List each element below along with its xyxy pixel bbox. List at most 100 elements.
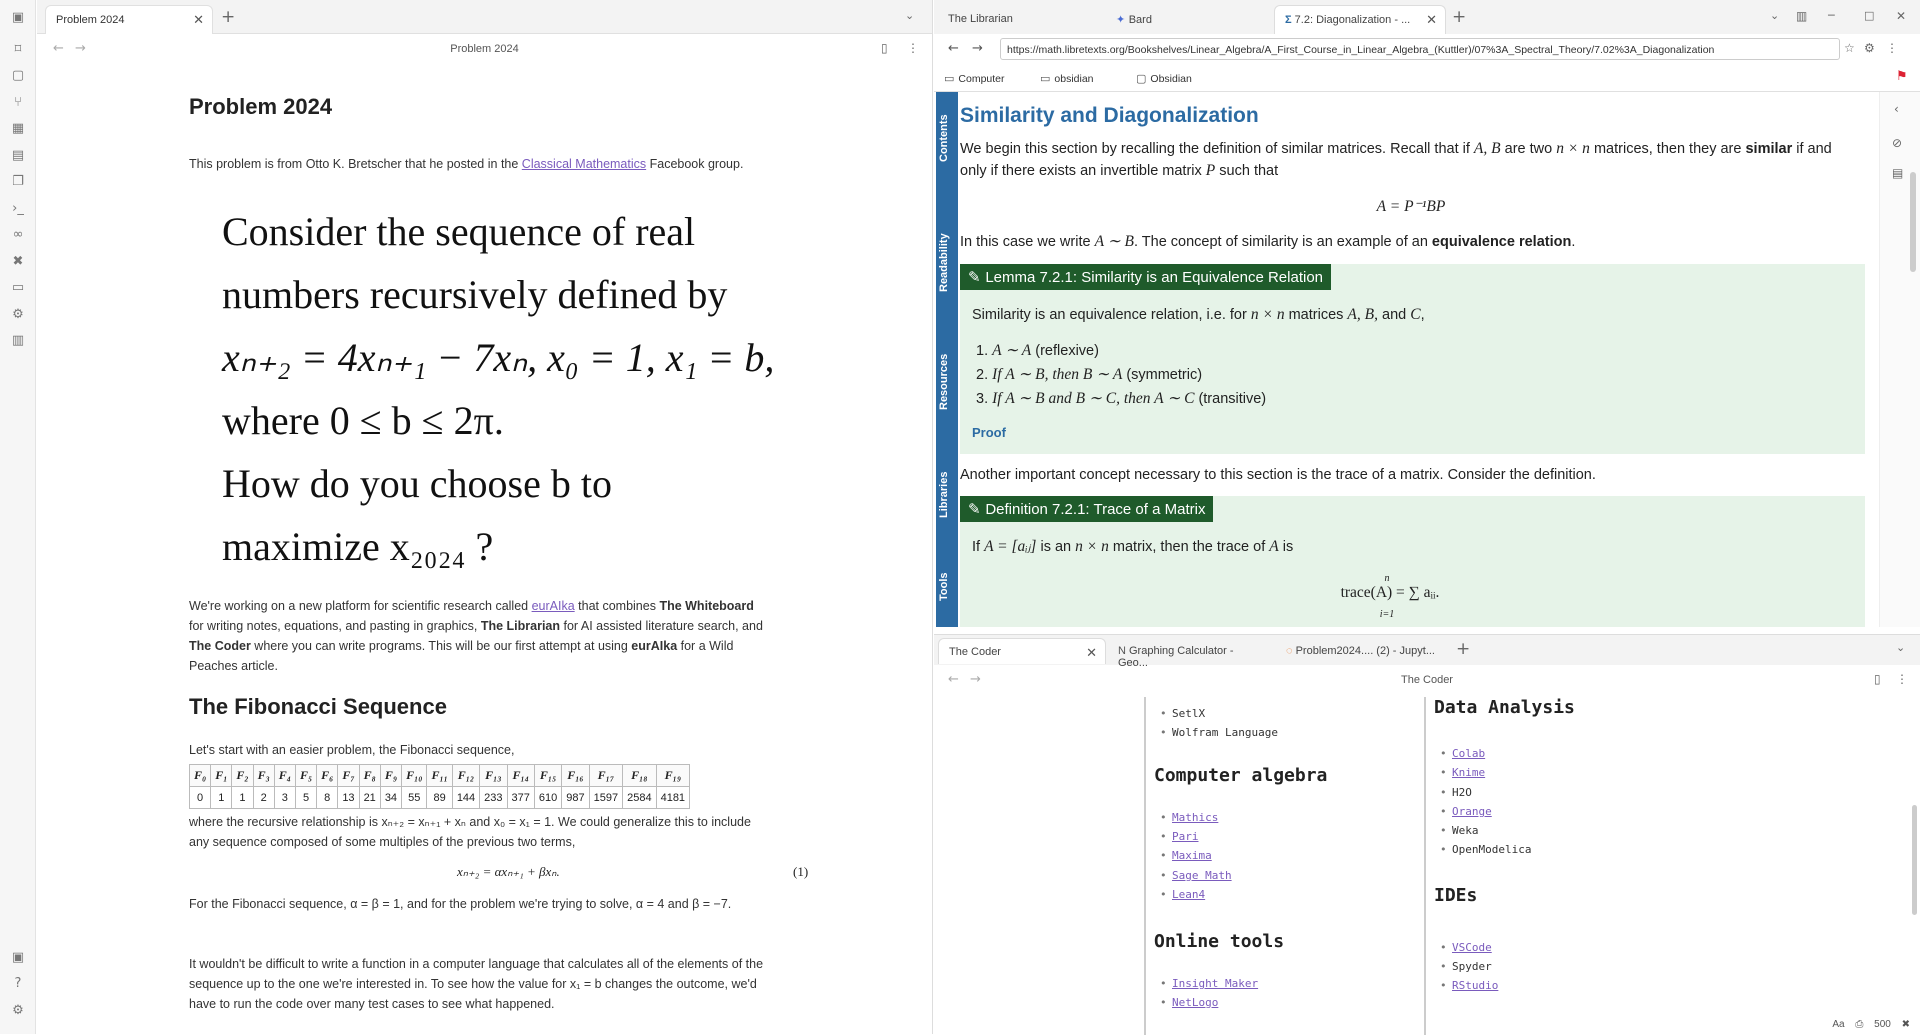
tab-list-icon[interactable]: ⌄ <box>1770 9 1779 22</box>
star-icon[interactable]: ☆ <box>1844 41 1855 55</box>
netlogo-link[interactable]: NetLogo <box>1160 996 1218 1009</box>
folder-icon: ▭ <box>1040 72 1051 85</box>
side-tab-contents[interactable]: Contents <box>938 98 956 178</box>
reading-view-icon[interactable]: ▯ <box>1874 672 1881 686</box>
pari-link[interactable]: Pari <box>1160 830 1198 843</box>
math: n × n <box>1250 306 1285 323</box>
fibonacci-header-row: F₀ F₁ F₂ F₃ F₄ F₅ F₆ F₇ F₈ F₉ F₁₀ F₁₁ F₁₂ F₁₃ F₁₄ F₁₅ F₁… <box>188 764 691 787</box>
new-tab-icon[interactable]: + <box>221 7 235 27</box>
maxima-link[interactable]: Maxima <box>1160 849 1212 862</box>
close-tab-icon[interactable]: ✕ <box>1086 645 1097 661</box>
text: is an <box>1036 539 1076 555</box>
hide-icon[interactable]: ⊘ <box>1892 136 1902 150</box>
euraika-link[interactable]: eurAIka <box>532 599 575 613</box>
lemma-box: ✎ Lemma 7.2.1: Similarity is an Equivale… <box>960 264 1865 454</box>
reading-list-icon[interactable]: ⚑ <box>1896 69 1908 84</box>
page-scrollbar[interactable] <box>1910 172 1916 272</box>
tools-icon[interactable]: ✖ <box>10 254 26 270</box>
back-arrow-icon[interactable]: ← <box>948 41 959 56</box>
graph-icon[interactable]: ⑂ <box>10 95 26 111</box>
tab-the-librarian[interactable]: The Librarian <box>938 5 1098 34</box>
definition-box: ✎ Definition 7.2.1: Trace of a Matrix If… <box>960 496 1865 627</box>
lemma-item-2: 2. If A ∼ B, then B ∼ A (symmetric) <box>976 364 1876 386</box>
plugin-icon[interactable]: ⚙ <box>10 307 26 323</box>
colab-link[interactable]: Colab <box>1440 747 1485 760</box>
text: (reflexive) <box>1031 343 1099 359</box>
copy-icon[interactable]: ❐ <box>10 174 26 190</box>
settings-icon[interactable]: ⚙ <box>10 1003 26 1019</box>
tab-diagonalization[interactable]: Σ 7.2: Diagonalization - ... ✕ <box>1274 5 1446 34</box>
forward-arrow-icon[interactable]: → <box>972 41 983 56</box>
slides-icon[interactable]: ▭ <box>10 280 26 296</box>
collapse-panel-icon[interactable]: ‹ <box>1894 102 1899 116</box>
bookmark-icon[interactable]: ⌑ <box>10 42 26 58</box>
fib-value-cell: 377 <box>506 786 535 809</box>
split-view-icon[interactable]: ▥ <box>1796 9 1807 23</box>
browser-side-panel: ‹ ⊘ ▤ <box>1879 92 1920 627</box>
knime-link[interactable]: Knime <box>1440 766 1485 779</box>
fib-value-cell: 89 <box>426 786 453 809</box>
vscode-link[interactable]: VSCode <box>1440 941 1492 954</box>
classical-mathematics-link[interactable]: Classical Mathematics <box>522 157 646 171</box>
maximize-icon[interactable]: □ <box>1864 9 1874 22</box>
mathics-link[interactable]: Mathics <box>1160 811 1218 824</box>
fib-header-cell: F₁₀ <box>401 764 428 787</box>
extensions-icon[interactable]: ⚙ <box>1864 41 1875 55</box>
tab-graphing-calculator[interactable]: N Graphing Calculator - Geo... <box>1108 638 1274 669</box>
close-window-icon[interactable]: ✕ <box>1896 9 1906 23</box>
canvas-icon[interactable]: ▦ <box>10 121 26 137</box>
fib-value-cell: 144 <box>451 786 481 809</box>
rstudio-link[interactable]: RStudio <box>1440 979 1498 992</box>
more-options-icon[interactable]: ⋮ <box>907 41 919 55</box>
minimize-icon[interactable]: ─ <box>1828 9 1835 22</box>
notes-icon[interactable]: ▤ <box>1892 166 1903 180</box>
new-tab-icon[interactable]: + <box>1452 7 1466 27</box>
tab-bard[interactable]: ✦ Bard <box>1106 5 1270 34</box>
link-icon[interactable]: ∞ <box>10 227 26 243</box>
item-number: 3. <box>976 391 989 407</box>
close-tab-icon[interactable]: ✕ <box>193 12 204 28</box>
sage-math-link[interactable]: Sage Math <box>1160 869 1232 882</box>
fib-value-cell: 0 <box>188 786 212 809</box>
tab-jupyter[interactable]: ◌ Problem2024.... (2) - Jupyt... <box>1276 638 1452 664</box>
font-size-icon[interactable]: Aa <box>1832 1019 1844 1030</box>
vault-icon[interactable]: ▣ <box>10 950 26 966</box>
calendar-icon[interactable]: ▤ <box>10 148 26 164</box>
close-tab-icon[interactable]: ✕ <box>1426 12 1437 28</box>
url-input[interactable]: https://math.libretexts.org/Bookshelves/… <box>1000 38 1840 60</box>
lean4-link[interactable]: Lean4 <box>1160 888 1205 901</box>
side-tab-tools[interactable]: Tools <box>938 562 956 612</box>
files-icon[interactable]: ▢ <box>10 68 26 84</box>
math: A <box>1269 538 1279 555</box>
proof-toggle[interactable]: Proof <box>972 422 1032 443</box>
orange-link[interactable]: Orange <box>1440 805 1492 818</box>
chevron-down-icon[interactable]: ⌄ <box>1896 641 1905 654</box>
recursion-paragraph: where the recursive relationship is xₙ₊₂… <box>189 815 751 849</box>
math: If A ∼ B and B ∼ C, then A ∼ C <box>992 390 1195 407</box>
bookmark-obsidian[interactable]: ▢ Obsidian <box>1136 72 1192 85</box>
terminal-icon[interactable]: ›_ <box>10 201 26 217</box>
menu-icon[interactable]: ⋮ <box>1886 41 1898 55</box>
similar-matrices-paragraph: We begin this section by recalling the d… <box>960 138 1860 182</box>
insight-maker-link[interactable]: Insight Maker <box>1160 977 1258 990</box>
print-icon[interactable]: ⎙ <box>1855 1019 1863 1030</box>
tab-the-coder[interactable]: The Coder ✕ <box>938 638 1106 664</box>
side-tab-libraries[interactable]: Libraries <box>938 462 956 528</box>
bookmark-computer[interactable]: ▭ Computer <box>944 72 1005 85</box>
bookmark-obsidian-folder[interactable]: ▭ obsidian <box>1040 72 1094 85</box>
new-tab-icon[interactable]: + <box>1456 639 1470 659</box>
chevron-down-icon[interactable]: ⌄ <box>905 9 914 22</box>
reading-view-icon[interactable]: ▯ <box>881 41 888 55</box>
coder-scrollbar[interactable] <box>1912 805 1917 915</box>
lemma-title: Lemma 7.2.1: Similarity is an Equivalenc… <box>985 269 1324 286</box>
tools-icon[interactable]: ✖ <box>1902 1019 1910 1030</box>
tab-problem-2024[interactable]: Problem 2024 ✕ <box>45 5 213 34</box>
side-tab-resources[interactable]: Resources <box>938 342 956 422</box>
more-options-icon[interactable]: ⋮ <box>1896 672 1908 686</box>
archive-icon[interactable]: ▥ <box>10 333 26 349</box>
help-icon[interactable]: ? <box>10 976 26 992</box>
side-tab-readability[interactable]: Readability <box>938 218 956 308</box>
fib-header-cell: F₁₇ <box>588 764 624 787</box>
fibonacci-table: F₀ F₁ F₂ F₃ F₄ F₅ F₆ F₇ F₈ F₉ F₁₀ F₁₁ F₁₂ F₁₃ F₁₄ F₁₅ F₁… <box>188 764 691 809</box>
sidebar-toggle-icon[interactable]: ▣ <box>10 10 26 26</box>
